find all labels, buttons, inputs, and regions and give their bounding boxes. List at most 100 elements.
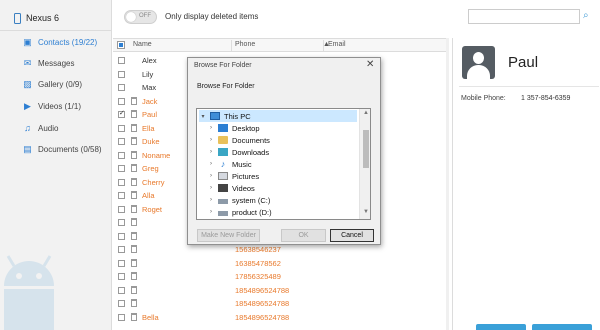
row-checkbox[interactable]: [118, 109, 125, 118]
row-checkbox[interactable]: [118, 192, 125, 199]
row-checkbox[interactable]: [118, 205, 125, 213]
expand-right-icon[interactable]: ›: [207, 149, 215, 155]
sidebar-item-videos[interactable]: ▶ Videos (1/1): [22, 99, 81, 113]
gallery-icon: ▨: [23, 78, 32, 89]
trash-icon: [131, 258, 137, 267]
sidebar-item-documents[interactable]: ▤ Documents (0/58): [22, 142, 101, 156]
tree-node[interactable]: › Videos: [207, 182, 357, 194]
toggle-knob: [126, 12, 136, 22]
table-row[interactable]: Bella 1854896524788: [113, 311, 448, 325]
row-name: Alla: [142, 191, 155, 200]
tree-node-label: system (C:): [232, 195, 271, 205]
expand-right-icon[interactable]: ›: [207, 161, 215, 167]
expand-right-icon[interactable]: ›: [207, 173, 215, 179]
sidebar-item-messages[interactable]: ✉ Messages: [22, 56, 75, 70]
table-scrollbar[interactable]: [446, 38, 449, 330]
make-new-folder-button[interactable]: Make New Folder: [197, 229, 260, 242]
sidebar-item-audio[interactable]: ♫ Audio: [22, 121, 58, 135]
tree-node-label: This PC: [224, 111, 251, 121]
row-checkbox[interactable]: [118, 259, 125, 267]
row-checkbox[interactable]: [118, 138, 125, 145]
videos-icon: ▶: [24, 100, 31, 111]
tree-node[interactable]: › Downloads: [207, 146, 357, 158]
row-checkbox[interactable]: [118, 286, 125, 294]
select-all-checkbox[interactable]: [117, 41, 125, 49]
expand-right-icon[interactable]: ›: [207, 137, 215, 143]
table-row[interactable]: 1854896524788: [113, 297, 448, 311]
trash-icon: [131, 150, 137, 159]
column-header-phone[interactable]: Phone: [235, 41, 255, 48]
row-checkbox[interactable]: [118, 84, 125, 91]
row-phone: 15638546237: [235, 245, 281, 254]
tree-node[interactable]: ▾ This PC: [199, 110, 357, 122]
tree-node[interactable]: › product (D:): [207, 206, 357, 218]
tree-node-label: Videos: [232, 183, 255, 193]
expand-right-icon[interactable]: ›: [207, 197, 215, 203]
row-name: Ella: [142, 123, 155, 133]
row-checkbox[interactable]: [118, 232, 125, 240]
ok-button[interactable]: OK: [281, 229, 326, 242]
row-name: Jack: [142, 96, 158, 106]
tree-node[interactable]: › Pictures: [207, 170, 357, 182]
deleted-only-toggle[interactable]: OFF: [124, 10, 157, 24]
tree-node[interactable]: › system (C:): [207, 194, 357, 206]
row-phone: 17856325489: [235, 272, 281, 281]
row-checkbox[interactable]: [118, 219, 125, 226]
close-icon[interactable]: ✕: [366, 59, 374, 70]
table-row[interactable]: 1854896524788: [113, 284, 448, 298]
sidebar-item-label: Gallery (0/9): [38, 79, 83, 89]
messages-icon: ✉: [23, 57, 32, 68]
table-row[interactable]: 17856325489: [113, 270, 448, 284]
row-name: Greg: [142, 164, 159, 173]
search-icon[interactable]: ⌕: [583, 10, 589, 21]
row-checkbox[interactable]: [118, 97, 125, 105]
row-checkbox[interactable]: [118, 165, 125, 172]
row-checkbox[interactable]: [118, 124, 125, 132]
tree-node[interactable]: › Documents: [207, 134, 357, 146]
cancel-button[interactable]: Cancel: [330, 229, 374, 242]
drive-icon: [218, 210, 228, 216]
row-checkbox[interactable]: [118, 57, 125, 64]
row-checkbox[interactable]: [118, 246, 125, 253]
tree-scrollbar[interactable]: ▲ ▼: [359, 109, 370, 219]
scroll-down-icon[interactable]: ▼: [363, 209, 369, 215]
drive-icon: [218, 198, 228, 204]
trash-icon: [131, 312, 137, 321]
column-header-email[interactable]: Email: [328, 41, 346, 48]
scroll-up-icon[interactable]: ▲: [363, 110, 369, 116]
expand-down-icon[interactable]: ▾: [199, 113, 207, 120]
row-checkbox[interactable]: [118, 313, 125, 321]
row-checkbox[interactable]: [118, 151, 125, 159]
dialog-title: Browse For Folder: [194, 62, 252, 69]
videos-icon: [218, 184, 228, 192]
row-checkbox[interactable]: [118, 178, 125, 186]
expand-right-icon[interactable]: ›: [207, 125, 215, 131]
trash-icon: [131, 231, 137, 240]
folder-tree[interactable]: ▾ This PC › Desktop › Documents › Downloads › ♪ Mu…: [196, 108, 371, 220]
recover-button[interactable]: [532, 324, 592, 330]
tree-node-label: product (D:): [232, 207, 272, 217]
bottom-action-button[interactable]: [476, 324, 526, 330]
computer-icon: [210, 112, 220, 120]
tree-node[interactable]: › Desktop: [207, 122, 357, 134]
column-header-name[interactable]: Name: [133, 41, 152, 48]
row-checkbox[interactable]: [118, 70, 125, 78]
device-header[interactable]: Nexus 6: [0, 8, 111, 28]
downloads-icon: [218, 148, 228, 156]
row-checkbox[interactable]: [118, 300, 125, 307]
table-row[interactable]: 16385478562: [113, 257, 448, 271]
sidebar-item-label: Contacts (19/22): [38, 37, 98, 47]
expand-right-icon[interactable]: ›: [207, 209, 215, 215]
avatar-body-shape: [467, 65, 490, 79]
search-input[interactable]: [468, 9, 580, 24]
row-name: Alex: [142, 56, 157, 65]
row-name: Noname: [142, 150, 171, 160]
table-row[interactable]: 15638546237: [113, 243, 448, 257]
tree-node[interactable]: › ♪ Music: [207, 158, 357, 170]
sidebar-item-contacts[interactable]: ▣ Contacts (19/22): [22, 35, 97, 49]
row-checkbox[interactable]: [118, 273, 125, 280]
scroll-thumb[interactable]: [363, 130, 369, 168]
sidebar-item-gallery[interactable]: ▨ Gallery (0/9): [22, 77, 82, 91]
expand-right-icon[interactable]: ›: [207, 185, 215, 191]
row-phone: 1854896524788: [235, 299, 290, 308]
